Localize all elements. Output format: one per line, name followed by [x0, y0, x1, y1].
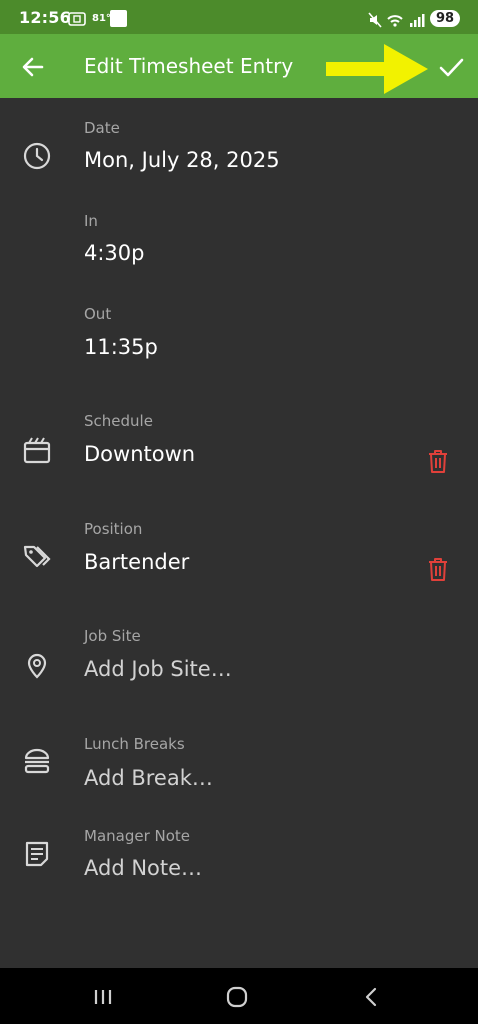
system-nav-bar: [0, 968, 478, 1024]
check-icon[interactable]: [436, 52, 466, 82]
date-label: Date: [84, 119, 120, 137]
schedule-label: Schedule: [84, 412, 153, 430]
trash-icon[interactable]: [426, 556, 450, 582]
status-bar: 12:56 81° 98: [0, 0, 478, 34]
battery-indicator: 98: [430, 10, 460, 27]
mute-icon: [368, 12, 382, 28]
status-temperature: 81°: [92, 13, 111, 24]
in-time-value[interactable]: 4:30p: [84, 241, 145, 265]
status-icons: [368, 12, 426, 32]
home-icon[interactable]: [222, 982, 252, 1012]
clock-icon: [22, 141, 52, 171]
position-label: Position: [84, 520, 143, 538]
job-site-label: Job Site: [84, 627, 141, 645]
status-time: 12:56: [19, 8, 71, 27]
calendar-icon: [22, 435, 52, 465]
yellow-arrow-icon: [324, 42, 430, 100]
back-arrow-icon[interactable]: [18, 52, 48, 82]
page-title: Edit Timesheet Entry: [84, 54, 294, 78]
recent-apps-icon[interactable]: [89, 982, 119, 1012]
job-site-input[interactable]: Add Job Site…: [84, 657, 232, 681]
date-value[interactable]: Mon, July 28, 2025: [84, 148, 280, 172]
manager-note-label: Manager Note: [84, 827, 191, 845]
out-label: Out: [84, 305, 112, 323]
wifi-icon: [387, 15, 403, 27]
lunch-break-input[interactable]: Add Break…: [84, 766, 213, 790]
app-bar: Edit Timesheet Entry: [0, 34, 478, 98]
burger-icon: [22, 746, 52, 776]
tags-icon: [22, 543, 52, 573]
in-label: In: [84, 212, 98, 230]
trash-icon[interactable]: [426, 448, 450, 474]
manager-note-input[interactable]: Add Note…: [84, 856, 202, 880]
signal-icon: [410, 14, 425, 27]
note-icon: [22, 839, 52, 869]
screenshot-icon: [68, 11, 86, 30]
out-time-value[interactable]: 11:35p: [84, 335, 158, 359]
system-back-icon[interactable]: [356, 982, 386, 1012]
weather-logo: [110, 10, 127, 27]
position-value[interactable]: Bartender: [84, 550, 189, 574]
location-pin-icon: [22, 650, 52, 680]
lunch-breaks-label: Lunch Breaks: [84, 735, 185, 753]
schedule-value[interactable]: Downtown: [84, 442, 195, 466]
